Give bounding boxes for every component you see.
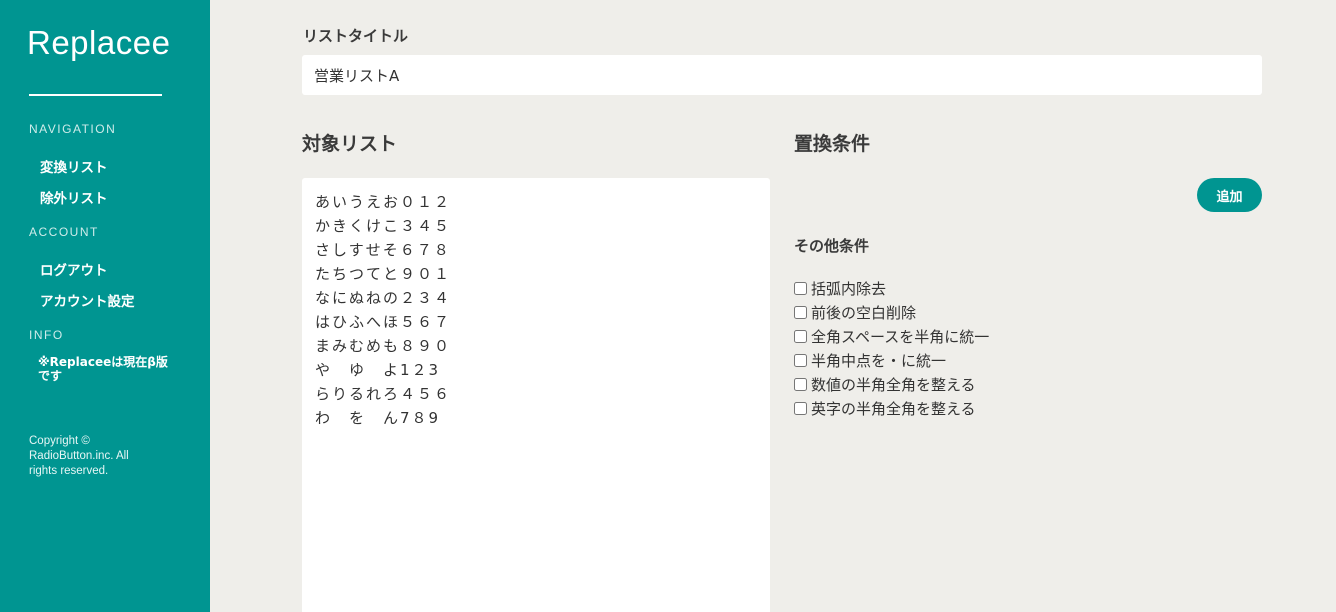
sidebar-item-logout[interactable]: ログアウト <box>40 259 108 279</box>
option-label: 前後の空白削除 <box>811 303 917 322</box>
list-title-input[interactable] <box>302 55 1262 95</box>
navigation-heading: NAVIGATION <box>29 122 117 136</box>
sidebar-item-conversion-list[interactable]: 変換リスト <box>40 156 108 176</box>
logo-divider <box>29 94 162 96</box>
replace-conditions-heading: 置換条件 <box>794 133 871 155</box>
option-checkbox[interactable] <box>794 353 807 367</box>
sidebar-item-account-settings[interactable]: アカウント設定 <box>40 290 135 310</box>
option-label: 全角スペースを半角に統一 <box>811 327 990 346</box>
option-normalize-letters[interactable]: 英字の半角全角を整える <box>794 396 989 420</box>
option-remove-bracket-content[interactable]: 括弧内除去 <box>794 276 989 300</box>
option-label: 半角中点を・に統一 <box>811 351 947 370</box>
beta-notice: ※Replaceeは現在β版です <box>38 355 168 383</box>
option-checkbox[interactable] <box>794 305 807 319</box>
add-condition-button[interactable]: 追加 <box>1197 178 1262 212</box>
other-conditions-heading: その他条件 <box>794 237 870 255</box>
target-list-textarea[interactable]: あいうえお０１２ かきくけこ３４５ さしすせそ６７８ たちつてと９０１ なにぬね… <box>302 178 770 612</box>
option-trim-whitespace[interactable]: 前後の空白削除 <box>794 300 989 324</box>
info-heading: INFO <box>29 328 64 342</box>
option-label: 括弧内除去 <box>811 279 887 298</box>
copyright-text: Copyright © RadioButton.inc. All rights … <box>29 435 129 477</box>
option-label: 数値の半角全角を整える <box>811 375 976 394</box>
sidebar: Replacee NAVIGATION 変換リスト 除外リスト ACCOUNT … <box>0 0 210 612</box>
option-normalize-spaces[interactable]: 全角スペースを半角に統一 <box>794 324 989 348</box>
account-heading: ACCOUNT <box>29 225 99 239</box>
option-checkbox[interactable] <box>794 329 807 343</box>
option-label: 英字の半角全角を整える <box>811 399 976 418</box>
option-checkbox[interactable] <box>794 401 807 415</box>
app-logo[interactable]: Replacee <box>27 24 170 62</box>
option-normalize-middle-dot[interactable]: 半角中点を・に統一 <box>794 348 989 372</box>
sidebar-item-exclusion-list[interactable]: 除外リスト <box>40 187 108 207</box>
list-title-label: リストタイトル <box>303 27 409 45</box>
option-checkbox[interactable] <box>794 377 807 391</box>
other-conditions-list: 括弧内除去 前後の空白削除 全角スペースを半角に統一 半角中点を・に統一 数値の… <box>794 276 989 420</box>
option-checkbox[interactable] <box>794 281 807 295</box>
option-normalize-numbers[interactable]: 数値の半角全角を整える <box>794 372 989 396</box>
target-list-heading: 対象リスト <box>302 133 398 155</box>
